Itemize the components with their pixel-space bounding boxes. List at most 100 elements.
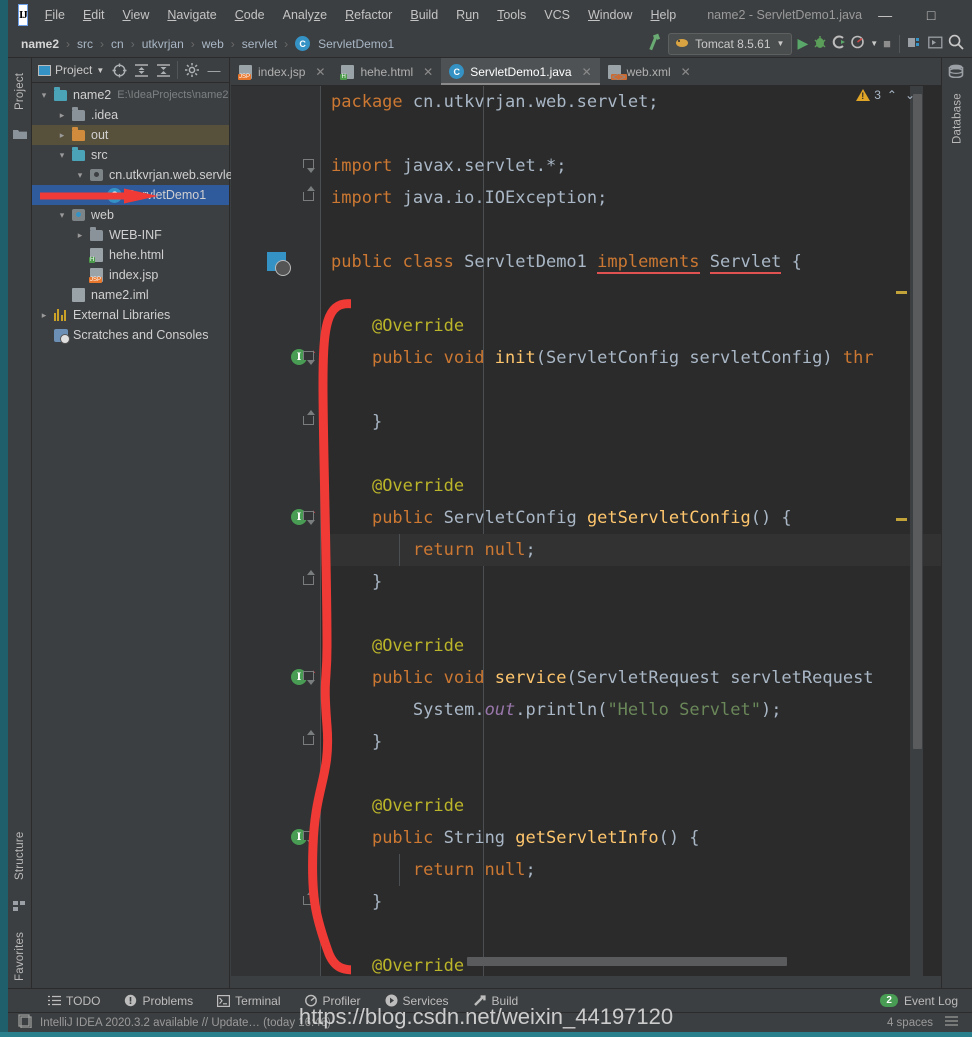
profiler-button[interactable]	[851, 35, 865, 52]
code-line-5[interactable]	[321, 214, 941, 246]
code-fold-end-icon[interactable]	[303, 736, 314, 745]
code-line-15[interactable]: return null;	[321, 534, 941, 566]
tree-item-name2[interactable]: ▾name2E:\IdeaProjects\name2	[32, 85, 229, 105]
code-line-11[interactable]: }	[321, 406, 941, 438]
bottom-tool-terminal[interactable]: Terminal	[205, 994, 292, 1008]
tool-window-button-favorites[interactable]: Favorites	[8, 920, 32, 992]
bottom-tool-build[interactable]: Build	[461, 994, 531, 1008]
menu-item-view[interactable]: View	[113, 5, 158, 25]
code-line-17[interactable]	[321, 598, 941, 630]
breadcrumb-item-cn[interactable]: cn	[108, 37, 127, 51]
editor-tab-servletdemo1-java[interactable]: CServletDemo1.java✕	[441, 58, 599, 85]
code-text-area[interactable]: package cn.utkvrjan.web.servlet; import j…	[321, 86, 941, 976]
editor-tab-index-jsp[interactable]: JSPindex.jsp✕	[231, 58, 333, 85]
menu-item-tools[interactable]: Tools	[488, 5, 535, 25]
menu-item-vcs[interactable]: VCS	[535, 5, 579, 25]
menu-item-analyze[interactable]: Analyze	[274, 5, 336, 25]
project-panel-title-button[interactable]: Project ▼	[36, 63, 108, 77]
menu-item-refactor[interactable]: Refactor	[336, 5, 401, 25]
breadcrumb-item-utkvrjan[interactable]: utkvrjan	[139, 37, 187, 51]
editor-tab-hehe-html[interactable]: Hhehe.html✕	[333, 58, 441, 85]
run-button[interactable]: ▶	[797, 35, 808, 52]
search-everywhere-icon[interactable]	[948, 34, 964, 54]
code-line-2[interactable]	[321, 118, 941, 150]
settings-gear-icon[interactable]	[181, 59, 203, 81]
chevron-down-icon[interactable]: ▾	[36, 90, 52, 101]
code-fold-end-icon[interactable]	[303, 576, 314, 585]
breadcrumb-item-web[interactable]: web	[199, 37, 227, 51]
editor-scrollbar-thumb[interactable]	[913, 94, 922, 749]
tool-window-button-project[interactable]: Project	[8, 62, 32, 120]
tree-item-index-jsp[interactable]: JSPindex.jsp	[32, 265, 229, 285]
run-with-coverage-button[interactable]	[832, 35, 846, 52]
menu-item-edit[interactable]: Edit	[74, 5, 114, 25]
layout-icon[interactable]	[945, 1015, 958, 1031]
code-line-20[interactable]: System.out.println("Hello Servlet");	[321, 694, 941, 726]
code-line-24[interactable]: public String getServletInfo() {	[321, 822, 941, 854]
code-line-10[interactable]	[321, 374, 941, 406]
next-highlight-icon[interactable]: ⌄	[903, 88, 917, 102]
code-line-3[interactable]: import javax.servlet.*;	[321, 150, 941, 182]
tree-item-hehe-html[interactable]: Hhehe.html	[32, 245, 229, 265]
tree-item-cn-utkvrjan-web-servlet[interactable]: ▾cn.utkvrjan.web.servlet	[32, 165, 229, 185]
code-line-21[interactable]: }	[321, 726, 941, 758]
build-hammer-icon[interactable]	[643, 31, 666, 56]
tree-item-name2-iml[interactable]: name2.iml	[32, 285, 229, 305]
menu-item-file[interactable]: File	[36, 5, 74, 25]
code-fold-start-icon[interactable]	[303, 831, 314, 840]
code-line-22[interactable]	[321, 758, 941, 790]
profiler-dropdown-icon[interactable]: ▼	[870, 39, 878, 48]
code-fold-start-icon[interactable]	[303, 671, 314, 680]
code-fold-start-icon[interactable]	[303, 351, 314, 360]
menu-item-code[interactable]: Code	[226, 5, 274, 25]
project-structure-icon[interactable]	[908, 36, 923, 52]
bottom-tool-services[interactable]: Services	[373, 994, 461, 1008]
collapse-all-button[interactable]	[152, 59, 174, 81]
menu-item-help[interactable]: Help	[641, 5, 685, 25]
chevron-down-icon[interactable]: ▾	[54, 150, 70, 161]
menu-item-build[interactable]: Build	[401, 5, 447, 25]
gutter-marker-warning[interactable]	[896, 518, 907, 521]
tree-item-web-inf[interactable]: ▸WEB-INF	[32, 225, 229, 245]
code-fold-end-icon[interactable]	[303, 192, 314, 201]
code-fold-end-icon[interactable]	[303, 416, 314, 425]
bottom-tool-todo[interactable]: TODO	[36, 994, 112, 1008]
run-anything-icon[interactable]	[928, 36, 943, 52]
code-line-8[interactable]: @Override	[321, 310, 941, 342]
code-fold-start-icon[interactable]	[303, 159, 314, 168]
tree-item-out[interactable]: ▸out	[32, 125, 229, 145]
status-bar-message[interactable]: IntelliJ IDEA 2020.3.2 available // Upda…	[40, 1017, 331, 1029]
chevron-right-icon[interactable]: ▸	[72, 230, 88, 241]
editor-horizontal-scrollbar[interactable]	[467, 957, 787, 966]
code-line-14[interactable]: public ServletConfig getServletConfig() …	[321, 502, 941, 534]
code-line-1[interactable]: package cn.utkvrjan.web.servlet;	[321, 86, 941, 118]
close-button[interactable]: ✕	[954, 0, 972, 30]
code-line-7[interactable]	[321, 278, 941, 310]
code-line-12[interactable]	[321, 438, 941, 470]
chevron-right-icon[interactable]: ▸	[36, 310, 52, 321]
code-editor[interactable]: 123456789I↑1011121314I↑1516171819I↑20212…	[231, 86, 941, 976]
editor-tab-web-xml[interactable]: <>web.xml✕	[600, 58, 699, 85]
tree-item-web[interactable]: ▾web	[32, 205, 229, 225]
code-line-13[interactable]: @Override	[321, 470, 941, 502]
tree-item-src[interactable]: ▾src	[32, 145, 229, 165]
code-line-27[interactable]	[321, 918, 941, 950]
chevron-right-icon[interactable]: ▸	[54, 110, 70, 121]
code-line-23[interactable]: @Override	[321, 790, 941, 822]
event-log-label[interactable]: Event Log	[904, 994, 958, 1008]
code-line-25[interactable]: return null;	[321, 854, 941, 886]
web-class-gutter-icon[interactable]	[267, 252, 286, 271]
tool-window-button-structure[interactable]: Structure	[8, 820, 32, 892]
code-fold-end-icon[interactable]	[303, 896, 314, 905]
chevron-down-icon[interactable]: ▾	[54, 210, 70, 221]
breadcrumb-item-name2[interactable]: name2	[18, 37, 62, 51]
menu-item-navigate[interactable]: Navigate	[158, 5, 225, 25]
breadcrumb-item-servlet[interactable]: servlet	[239, 37, 280, 51]
chevron-down-icon[interactable]: ▾	[72, 170, 88, 181]
code-line-4[interactable]: import java.io.IOException;	[321, 182, 941, 214]
menu-item-window[interactable]: Window	[579, 5, 641, 25]
close-tab-icon[interactable]: ✕	[315, 65, 325, 79]
code-line-9[interactable]: public void init(ServletConfig servletCo…	[321, 342, 941, 374]
code-line-18[interactable]: @Override	[321, 630, 941, 662]
breadcrumb-item-class[interactable]: C ServletDemo1	[292, 36, 397, 51]
